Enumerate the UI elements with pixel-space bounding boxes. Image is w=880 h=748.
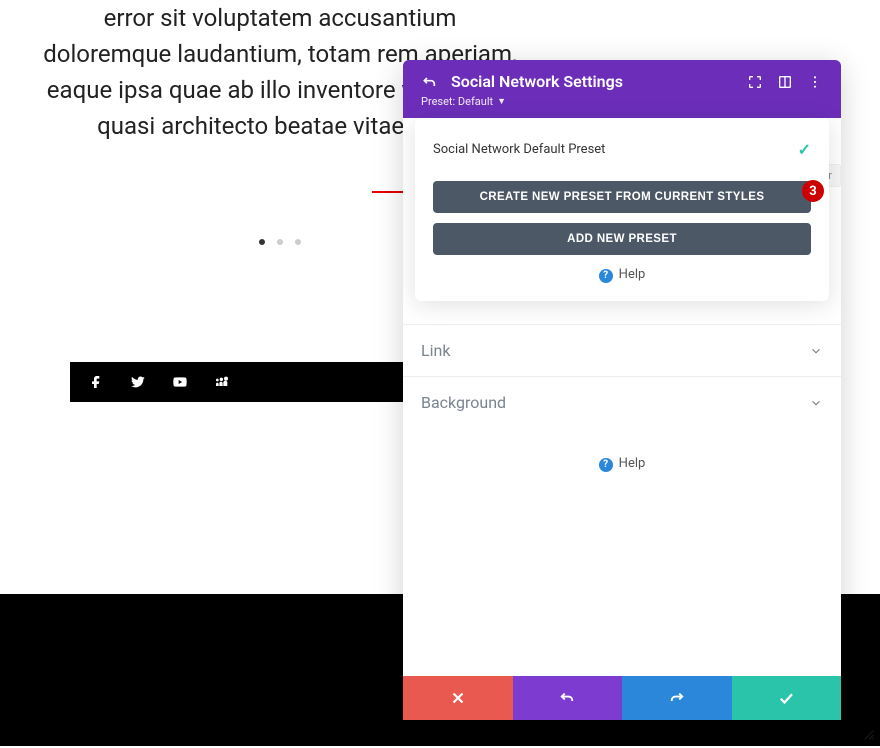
annotation-step-badge: 3: [802, 180, 824, 202]
preset-label: Preset: Default: [421, 95, 493, 108]
preset-current-row[interactable]: Social Network Default Preset ✓: [433, 136, 811, 181]
create-preset-button[interactable]: CREATE NEW PRESET FROM CURRENT STYLES: [433, 181, 811, 213]
preset-dropdown-trigger[interactable]: Preset: Default ▼: [421, 95, 823, 108]
carousel-dot[interactable]: [295, 239, 301, 245]
kebab-icon[interactable]: [807, 74, 823, 90]
carousel-dot[interactable]: [277, 239, 283, 245]
modal-header: Social Network Settings Preset: Default …: [403, 60, 841, 118]
check-icon: ✓: [798, 140, 811, 159]
chevron-down-icon: [809, 396, 823, 410]
back-icon[interactable]: [421, 74, 437, 90]
preset-popover: Social Network Default Preset ✓ CREATE N…: [415, 118, 829, 301]
modal-footer: [403, 676, 841, 720]
undo-button[interactable]: [513, 676, 623, 720]
modal-title: Social Network Settings: [451, 72, 733, 91]
facebook-icon[interactable]: [88, 374, 104, 390]
twitter-icon[interactable]: [130, 374, 146, 390]
section-background[interactable]: Background: [403, 376, 841, 428]
redo-button[interactable]: [622, 676, 732, 720]
add-preset-button[interactable]: ADD NEW PRESET: [433, 223, 811, 255]
resize-handle-icon[interactable]: [860, 726, 878, 744]
myspace-icon[interactable]: [214, 374, 230, 390]
carousel-dot[interactable]: [259, 239, 265, 245]
youtube-icon[interactable]: [172, 374, 188, 390]
caret-down-icon: ▼: [497, 96, 506, 107]
help-icon: ?: [599, 458, 613, 472]
modal-help[interactable]: ?Help: [403, 456, 841, 472]
section-link-label: Link: [421, 341, 450, 360]
modal-body: er ⋮ Social Network Default Preset ✓ CRE…: [403, 118, 841, 676]
expand-icon[interactable]: [747, 74, 763, 90]
chevron-down-icon: [809, 344, 823, 358]
columns-icon[interactable]: [777, 74, 793, 90]
cancel-button[interactable]: [403, 676, 513, 720]
preset-help[interactable]: ?Help: [433, 267, 811, 283]
confirm-button[interactable]: [732, 676, 842, 720]
section-background-label: Background: [421, 393, 506, 412]
preset-current-name: Social Network Default Preset: [433, 142, 605, 157]
help-icon: ?: [599, 269, 613, 283]
section-link[interactable]: Link: [403, 324, 841, 376]
settings-modal: Social Network Settings Preset: Default …: [403, 60, 841, 720]
